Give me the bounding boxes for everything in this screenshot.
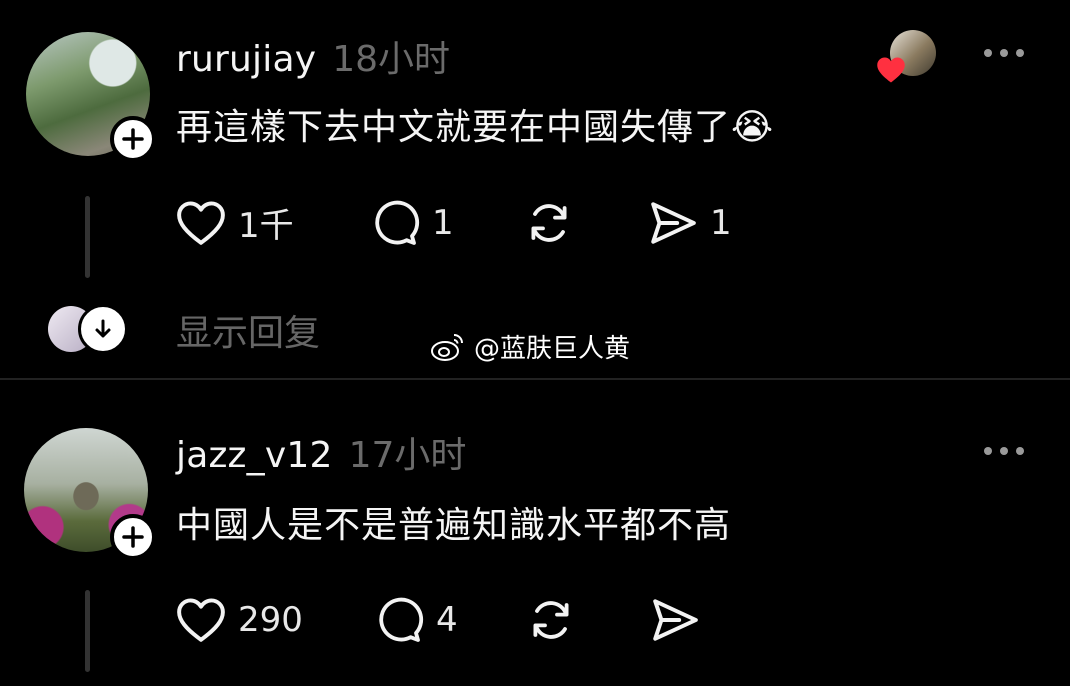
share-icon [653, 599, 698, 641]
post-divider [0, 378, 1070, 380]
action-bar: 1千 1 1 [176, 198, 732, 247]
more-options-button[interactable] [984, 49, 1024, 57]
liked-by-author-badge[interactable] [876, 30, 936, 86]
like-count: 1千 [238, 206, 294, 246]
repost-icon [533, 601, 569, 639]
action-bar: 290 4 [176, 596, 700, 644]
more-options-button[interactable] [984, 447, 1024, 455]
thread-line [85, 590, 90, 672]
like-button[interactable]: 1千 [176, 198, 370, 247]
post-text: 再這樣下去中文就要在中國失傳了😭 [176, 107, 775, 148]
plus-icon [122, 128, 144, 150]
comment-icon [379, 597, 424, 642]
post-header: jazz_v12 17小时 [176, 426, 466, 478]
username[interactable]: jazz_v12 [176, 435, 333, 476]
username[interactable]: rurujiay [176, 39, 316, 80]
comment-button[interactable]: 1 [370, 199, 524, 247]
like-count: 290 [238, 600, 303, 640]
repost-button[interactable] [524, 199, 648, 247]
more-icon [984, 447, 992, 455]
heart-icon [177, 598, 225, 642]
repost-icon [531, 203, 567, 242]
timestamp: 17小时 [348, 435, 467, 476]
follow-button[interactable] [110, 514, 156, 560]
post-text: 中國人是不是普遍知識水平都不高 [176, 505, 732, 546]
more-icon [984, 49, 992, 57]
post-header: rurujiay 18小时 [176, 30, 450, 82]
thread-line [85, 196, 90, 278]
watermark: @蓝肤巨人黄 [430, 328, 630, 365]
repost-button[interactable] [526, 596, 650, 644]
follow-button[interactable] [110, 116, 156, 162]
show-replies-link[interactable]: 显示回复 [176, 304, 320, 356]
show-replies-avatars[interactable] [48, 302, 128, 354]
watermark-text: @蓝肤巨人黄 [474, 334, 631, 364]
arrow-down-icon [95, 319, 111, 338]
timestamp: 18小时 [332, 39, 451, 80]
comment-count: 4 [436, 600, 458, 640]
weibo-icon [431, 333, 463, 361]
heart-icon [177, 200, 225, 245]
expand-replies-button[interactable] [78, 304, 128, 354]
like-button[interactable]: 290 [176, 597, 374, 643]
comment-icon [375, 200, 420, 245]
comment-button[interactable]: 4 [374, 596, 526, 644]
comment-count: 1 [432, 202, 454, 243]
share-button[interactable]: 1 [648, 200, 732, 246]
heart-icon [877, 57, 905, 83]
share-button[interactable] [650, 597, 700, 643]
share-count: 1 [710, 202, 732, 243]
share-icon [651, 201, 696, 244]
plus-icon [122, 526, 144, 548]
